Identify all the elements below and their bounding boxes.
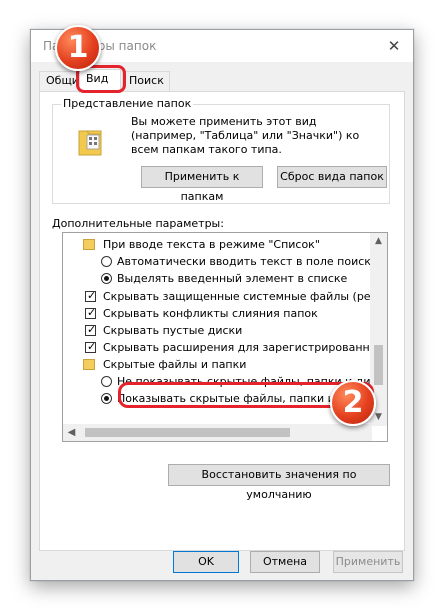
checkmark-icon: ✓ (87, 340, 97, 353)
step-one-badge: 1 (55, 25, 101, 71)
reset-folders-button[interactable]: Сброс вида папок (277, 166, 387, 188)
tree-item-label: Скрытые файлы и папки (103, 358, 247, 371)
ok-button[interactable]: OK (173, 551, 239, 573)
tree-item-label: При вводе текста в режиме "Список" (103, 238, 320, 251)
radio-icon[interactable] (101, 376, 112, 387)
checkbox-icon[interactable]: ✓ (85, 340, 97, 353)
cancel-button[interactable]: Отмена (250, 551, 320, 573)
checkbox-icon[interactable]: ✓ (85, 323, 97, 336)
vertical-scroll-thumb[interactable] (374, 345, 383, 385)
scroll-up-icon[interactable]: ▲ (370, 233, 387, 250)
horizontal-scroll-thumb[interactable] (85, 428, 290, 437)
advanced-settings-label: Дополнительные параметры: (52, 217, 224, 230)
radio-icon[interactable] (101, 273, 112, 284)
folder-views-group: Представление папок Вы можете применить … (52, 97, 390, 204)
tree-item-label: Скрывать защищенные системные файлы (рек… (103, 290, 388, 303)
folder-icon (83, 359, 95, 370)
checkmark-icon: ✓ (87, 306, 97, 319)
tree-item-label: Скрывать пустые диски (103, 324, 243, 337)
folder-views-icon (78, 130, 102, 156)
dialog-client: Общие Вид Поиск Представление папок Вы м… (31, 62, 413, 580)
apply-button: Применить (333, 551, 403, 573)
folder-views-title: Представление папок (61, 97, 194, 110)
restore-defaults-button[interactable]: Восстановить значения по умолчанию (168, 464, 390, 501)
checkbox-icon[interactable]: ✓ (85, 289, 97, 302)
view-tab-page: Представление папок Вы можете применить … (39, 91, 405, 551)
radio-icon[interactable] (101, 256, 112, 267)
checkbox-icon[interactable]: ✓ (85, 306, 97, 319)
tree-item-label: Автоматически вводить текст в поле поиск… (117, 255, 378, 268)
tab-search[interactable]: Поиск (122, 71, 170, 91)
tree-item-label: Скрывать расширения для зарегистрированн… (103, 341, 388, 354)
tab-search-label: Поиск (129, 74, 164, 87)
folder-views-description: Вы можете применить этот вид (например, … (131, 115, 360, 156)
tree-item-label: Выделять введенный элемент в списке (117, 272, 348, 285)
folder-icon (83, 239, 95, 250)
folder-options-window: Параметры папок ✕ Общие Вид Поиск Предст… (30, 29, 414, 581)
apply-to-folders-button[interactable]: Применить к папкам (141, 166, 263, 203)
horizontal-scrollbar[interactable]: ◀ (63, 424, 372, 441)
checkmark-icon: ✓ (87, 289, 97, 302)
checkmark-icon: ✓ (87, 323, 97, 336)
close-button[interactable]: ✕ (383, 35, 405, 57)
scroll-left-icon[interactable]: ◀ (63, 424, 80, 441)
tree-item-label: Скрывать конфликты слияния папок (103, 307, 318, 320)
step-two-badge: 2 (330, 380, 376, 426)
tab-general[interactable]: Общие (39, 71, 86, 91)
radio-icon[interactable] (101, 393, 112, 404)
